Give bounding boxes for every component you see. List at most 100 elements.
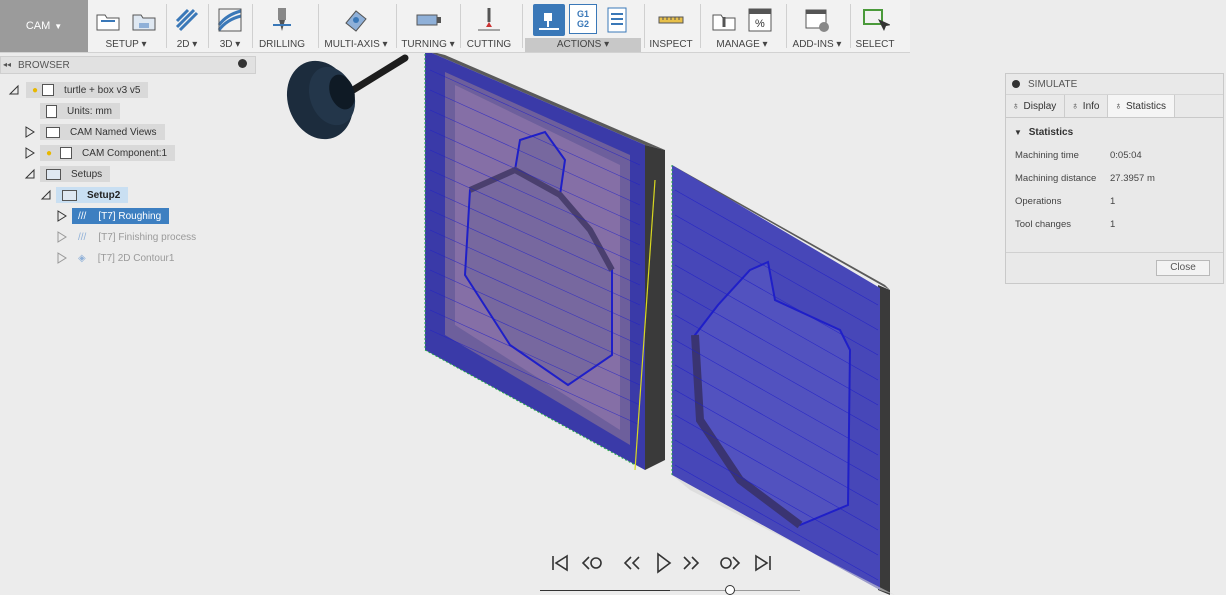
tree-item-units[interactable]: Units: mm <box>40 103 120 119</box>
rewind-icon <box>623 556 640 570</box>
timeline-track[interactable] <box>540 590 800 591</box>
step-forward-icon <box>720 556 741 570</box>
setup-icon <box>62 189 77 201</box>
3d-milling-icon[interactable] <box>214 4 246 36</box>
tree-item-setups[interactable]: Setups <box>24 166 111 182</box>
play-icon <box>657 552 672 574</box>
cutting-icon[interactable] <box>473 4 505 36</box>
scripts-icon[interactable] <box>801 4 833 36</box>
named-views-label: CAM Named Views <box>70 126 157 138</box>
measure-icon[interactable] <box>655 4 687 36</box>
2d-label: 2D ▾ <box>176 39 198 50</box>
rewind-button[interactable] <box>619 548 645 578</box>
collapse-browser-icon[interactable]: ◂◂ <box>3 60 11 69</box>
left-part <box>424 50 665 470</box>
setup-sheet-icon[interactable] <box>601 4 633 36</box>
actions-group[interactable]: G1 G2 ACTIONS ▾ <box>525 0 641 52</box>
skip-end-icon <box>755 554 771 572</box>
step-back-icon <box>581 556 602 570</box>
tree-item-contour[interactable]: ◈ [T7] 2D Contour1 <box>56 250 182 266</box>
simulate-title: SIMULATE <box>1028 78 1078 90</box>
fast-forward-button[interactable] <box>678 548 704 578</box>
timeline-progress <box>540 590 670 591</box>
tree-item-cam-component[interactable]: ● CAM Component:1 <box>24 145 176 161</box>
expanded-triangle-icon: ▼ <box>1014 128 1022 137</box>
collapsed-triangle-icon[interactable] <box>56 210 68 222</box>
expanded-triangle-icon[interactable] <box>40 189 52 201</box>
finishing-op-icon: /// <box>78 231 87 243</box>
turning-label: TURNING ▾ <box>401 39 455 50</box>
stat-value: 1 <box>1110 196 1116 207</box>
tab-info-label: Info <box>1082 100 1100 112</box>
cutting-tool <box>286 54 409 140</box>
close-button[interactable]: Close <box>1156 260 1210 276</box>
browser-header: ◂◂ BROWSER <box>0 56 256 74</box>
tab-statistics-label: Statistics <box>1125 100 1166 112</box>
simulate-collapse-icon[interactable] <box>1012 80 1020 88</box>
tab-info[interactable]: ♁ Info <box>1065 95 1109 117</box>
tab-display-label: Display <box>1023 100 1057 112</box>
right-part <box>671 165 895 595</box>
expanded-triangle-icon[interactable] <box>24 168 36 180</box>
turning-group[interactable]: TURNING ▾ <box>398 0 458 52</box>
post-process-icon[interactable]: G1 G2 <box>569 4 597 34</box>
setup-group[interactable]: SETUP ▾ <box>88 0 164 52</box>
drilling-group[interactable]: DRILLING <box>254 0 310 52</box>
go-to-start-button[interactable] <box>548 548 572 578</box>
expanded-triangle-icon[interactable] <box>8 84 20 96</box>
tab-statistics[interactable]: ♁ Statistics <box>1108 95 1175 117</box>
lightbulb-icon[interactable]: ● <box>32 85 38 96</box>
manage-group[interactable]: % MANAGE ▾ <box>702 0 782 52</box>
add-ins-group[interactable]: ADD-INS ▾ <box>788 0 846 52</box>
multi-axis-group[interactable]: MULTI-AXIS ▾ <box>320 0 392 52</box>
2d-group[interactable]: 2D ▾ <box>168 0 206 52</box>
select-icon[interactable] <box>859 4 891 36</box>
play-button[interactable] <box>650 548 676 578</box>
browser-minimize-icon[interactable] <box>238 59 247 68</box>
setups-folder-icon <box>46 168 61 180</box>
tree-item-setup2[interactable]: Setup2 <box>40 187 129 203</box>
info-icon: ♁ <box>1071 100 1079 112</box>
simulate-icon[interactable] <box>533 4 565 36</box>
next-step-button[interactable] <box>716 548 744 578</box>
cam-component-label: CAM Component:1 <box>82 147 168 159</box>
lightbulb-icon[interactable]: ● <box>46 148 52 159</box>
turning-icon[interactable] <box>412 4 444 36</box>
browser-title: BROWSER <box>18 60 70 71</box>
lightbulb-icon: ♁ <box>1012 100 1020 112</box>
timeline-handle[interactable] <box>725 585 735 595</box>
inspect-group[interactable]: INSPECT <box>646 0 696 52</box>
statistics-section-header[interactable]: ▼ Statistics <box>1014 127 1073 138</box>
collapsed-triangle-icon[interactable] <box>56 231 68 243</box>
new-setup-icon[interactable] <box>92 4 124 36</box>
drilling-label: DRILLING <box>258 39 306 50</box>
component-icon <box>60 147 73 159</box>
previous-step-button[interactable] <box>579 548 605 578</box>
collapsed-triangle-icon[interactable] <box>24 147 36 159</box>
multi-axis-icon[interactable] <box>340 4 372 36</box>
add-ins-label: ADD-INS ▾ <box>792 39 842 50</box>
simulate-panel: SIMULATE ♁ Display ♁ Info ♁ Statistics ▼… <box>1005 73 1224 284</box>
setup-folder-icon[interactable] <box>128 4 160 36</box>
tab-display[interactable]: ♁ Display <box>1006 95 1066 117</box>
tree-item-roughing[interactable]: /// [T7] Roughing <box>56 208 170 224</box>
collapsed-triangle-icon[interactable] <box>56 252 68 264</box>
go-to-end-button[interactable] <box>751 548 775 578</box>
workspace-switcher[interactable]: CAM ▼ <box>0 0 88 52</box>
ribbon-toolbar: CAM ▼ SETUP ▾ 2D ▾ 3D ▾ DRILLING MULTI-A… <box>0 0 910 53</box>
3d-group[interactable]: 3D ▾ <box>210 0 250 52</box>
3d-label: 3D ▾ <box>219 39 241 50</box>
post-library-icon[interactable]: % <box>744 4 776 36</box>
cutting-group[interactable]: CUTTING <box>462 0 516 52</box>
drill-icon[interactable] <box>266 4 298 36</box>
stat-value: 0:05:04 <box>1110 150 1142 161</box>
tree-item-root[interactable]: ● turtle + box v3 v5 <box>8 82 149 98</box>
fast-forward-icon <box>683 556 700 570</box>
tree-item-finishing[interactable]: /// [T7] Finishing process <box>56 229 204 245</box>
select-group[interactable]: SELECT <box>852 0 898 52</box>
tool-library-icon[interactable] <box>708 4 740 36</box>
manage-label: MANAGE ▾ <box>716 39 768 50</box>
2d-milling-icon[interactable] <box>171 4 203 36</box>
tree-item-named-views[interactable]: CAM Named Views <box>24 124 165 140</box>
collapsed-triangle-icon[interactable] <box>24 126 36 138</box>
